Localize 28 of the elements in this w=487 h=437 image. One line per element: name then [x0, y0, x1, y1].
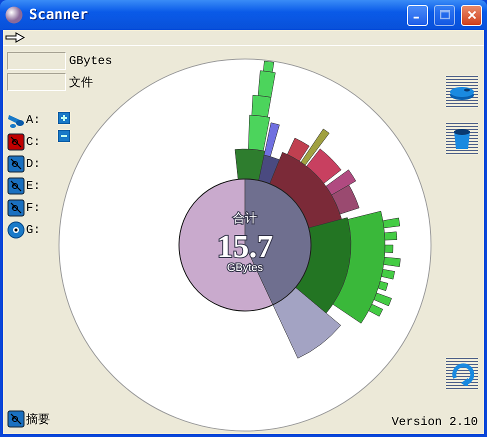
drive-label: G: [26, 223, 40, 237]
minimize-button[interactable] [407, 4, 428, 26]
input-field[interactable] [7, 73, 66, 91]
drive-item[interactable]: D: [7, 155, 40, 173]
app-icon [5, 6, 23, 24]
hard-drive-icon[interactable] [7, 410, 25, 428]
window-title: Scanner [29, 7, 90, 23]
drive-label: F: [26, 201, 40, 215]
arrow-icon[interactable] [5, 32, 25, 43]
drive-item[interactable]: F: [7, 199, 40, 217]
zoom-in-button[interactable] [58, 112, 70, 124]
drive-item[interactable]: E: [7, 177, 40, 195]
drive-item[interactable]: C: [7, 133, 40, 151]
field-label: 文件 [69, 74, 93, 90]
close-button[interactable] [461, 4, 482, 26]
drive-label: A: [26, 113, 40, 127]
input-field[interactable] [7, 52, 66, 70]
field-label: GBytes [69, 54, 112, 68]
drive-label: C: [26, 135, 40, 149]
maximize-button[interactable] [434, 4, 455, 26]
drive-item[interactable]: G: [7, 221, 40, 239]
drive-item[interactable]: A: [7, 111, 40, 129]
maximize-icon[interactable] [438, 8, 452, 22]
drive-label: D: [26, 157, 40, 171]
summary-button[interactable]: 摘要 [7, 410, 112, 428]
zoom-out-button[interactable] [58, 130, 70, 142]
drive-label: E: [26, 179, 40, 193]
version-label: Version 2.10 [392, 415, 478, 429]
